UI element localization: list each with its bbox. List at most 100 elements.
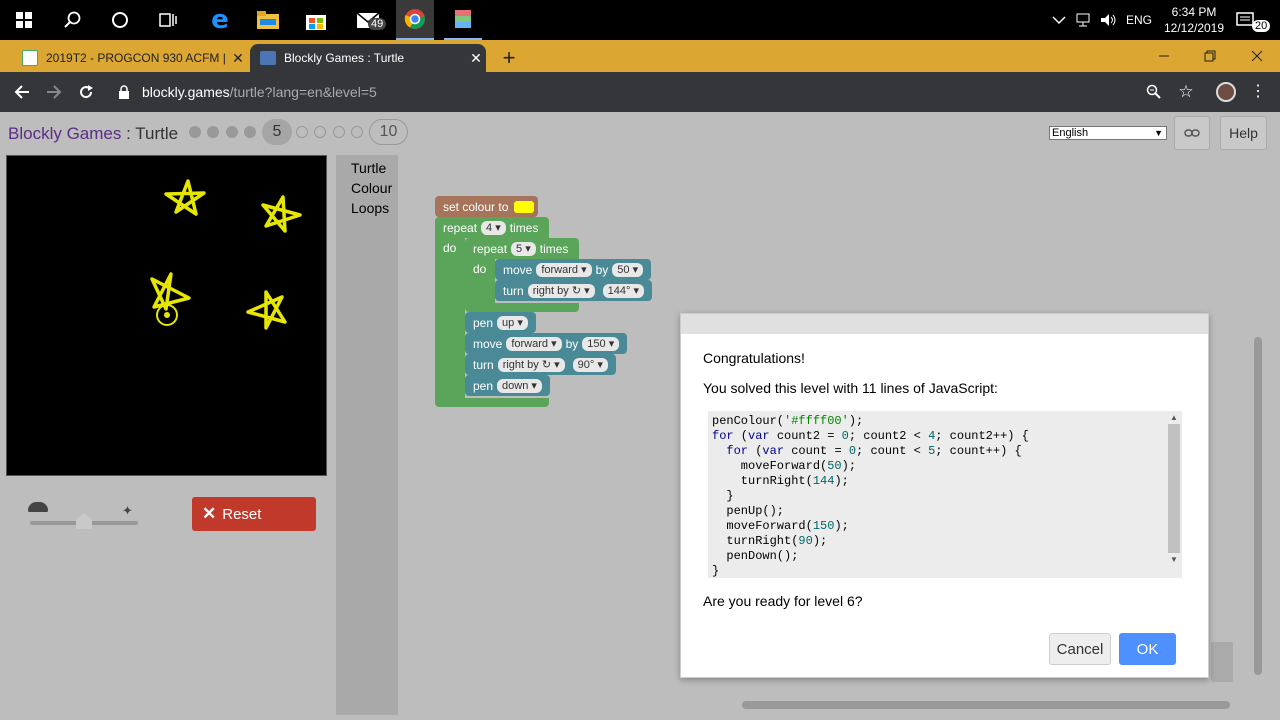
ok-button[interactable]: OK	[1119, 633, 1176, 665]
help-button[interactable]: Help	[1220, 116, 1267, 150]
pen-state-dropdown[interactable]: up ▾	[497, 315, 528, 330]
dialog-header[interactable]	[681, 314, 1208, 334]
new-tab-plus-icon[interactable]: +	[496, 44, 522, 72]
turn-angle-value: 90°	[577, 358, 595, 371]
move-forward-150-block[interactable]: move forward ▾ by 150 ▾	[465, 333, 628, 354]
move-direction-dropdown[interactable]: forward ▾	[536, 262, 592, 277]
turn-direction-dropdown[interactable]: right by ↻ ▾	[527, 283, 595, 298]
close-tab-icon[interactable]: ✕	[228, 50, 248, 67]
turn-angle-value: 144°	[607, 284, 631, 297]
back-arrow-icon[interactable]	[8, 72, 36, 112]
scroll-down-arrow-icon[interactable]: ▼	[1168, 555, 1180, 564]
blockly-toolbox: Turtle Colour Loops	[336, 155, 398, 715]
pen-label: pen	[473, 378, 494, 393]
level-dot-1[interactable]	[189, 126, 201, 138]
repeat-outer-count[interactable]: 4 ▾	[481, 220, 506, 235]
move-distance-value: 50	[617, 263, 630, 276]
mail-icon[interactable]: 49	[346, 0, 390, 40]
turn-right-90-block[interactable]: turn right by ↻ ▾ 90° ▾	[465, 354, 616, 375]
turtle-slow-icon	[28, 502, 48, 512]
bookmark-star-icon[interactable]: ☆	[1174, 72, 1198, 112]
level-dot-6[interactable]	[296, 126, 308, 138]
app-stack-icon[interactable]	[444, 0, 482, 40]
colour-swatch[interactable]	[514, 200, 535, 213]
set-colour-block[interactable]: set colour to	[435, 196, 538, 217]
tab-blockly-turtle[interactable]: Blockly Games : Turtle ✕	[250, 44, 486, 72]
tab-title: 2019T2 - PROGCON 930 ACFM |	[46, 51, 226, 65]
trash-can-icon[interactable]	[1211, 642, 1233, 682]
app-name-link[interactable]: Blockly Games	[8, 124, 121, 143]
horizontal-scrollbar[interactable]	[742, 701, 1230, 709]
forward-arrow-icon[interactable]	[40, 72, 68, 112]
move-direction-dropdown[interactable]: forward ▾	[506, 336, 562, 351]
max-level-indicator[interactable]: 10	[369, 119, 408, 145]
toolbox-category-loops[interactable]: Loops	[351, 200, 389, 216]
toolbox-category-turtle[interactable]: Turtle	[351, 160, 386, 176]
scroll-up-arrow-icon[interactable]: ▲	[1168, 413, 1180, 422]
level-dot-8[interactable]	[333, 126, 345, 138]
level-dot-9[interactable]	[351, 126, 363, 138]
code-line-1: penColour('#ffff00');	[712, 414, 864, 428]
toolbox-category-colour[interactable]: Colour	[351, 180, 392, 196]
link-button[interactable]	[1174, 116, 1210, 150]
language-indicator[interactable]: ENG	[1126, 0, 1156, 40]
turn-right-144-block[interactable]: turn right by ↻ ▾ 144° ▾	[495, 280, 652, 301]
pen-state-dropdown[interactable]: down ▾	[497, 378, 542, 393]
level-dot-3[interactable]	[226, 126, 238, 138]
turn-angle-field[interactable]: 90° ▾	[572, 357, 608, 372]
store-icon[interactable]	[298, 0, 334, 40]
task-view-icon[interactable]	[152, 0, 184, 40]
cancel-button[interactable]: Cancel	[1049, 633, 1111, 665]
restore-window-icon[interactable]	[1196, 42, 1224, 70]
repeat-inner-count[interactable]: 5 ▾	[511, 241, 536, 256]
url-path: /turtle?lang=en&level=5	[229, 84, 377, 100]
zoom-icon[interactable]	[1142, 72, 1166, 112]
vertical-scrollbar[interactable]	[1254, 337, 1262, 675]
pen-state-value: down	[502, 379, 529, 392]
chevron-up-icon[interactable]	[1052, 0, 1072, 40]
minimize-window-icon[interactable]	[1150, 42, 1178, 70]
move-distance-field[interactable]: 150 ▾	[582, 336, 620, 351]
chrome-icon[interactable]	[396, 0, 434, 40]
url-field[interactable]: blockly.games/turtle?lang=en&level=5	[142, 84, 377, 100]
repeat-label: repeat	[473, 241, 508, 256]
level-dot-7[interactable]	[314, 126, 326, 138]
code-scrollbar[interactable]: ▲ ▼	[1168, 413, 1180, 576]
edge-browser-icon[interactable]: e	[202, 0, 238, 40]
turn-angle-field[interactable]: 144° ▾	[602, 283, 644, 298]
cortana-icon[interactable]	[104, 0, 136, 40]
profile-avatar[interactable]	[1213, 72, 1239, 112]
close-window-icon[interactable]	[1243, 42, 1271, 70]
close-tab-icon[interactable]: ✕	[466, 50, 486, 67]
tab-progcon[interactable]: 2019T2 - PROGCON 930 ACFM | ✕	[12, 44, 248, 72]
level-dot-4[interactable]	[244, 126, 256, 138]
move-distance-field[interactable]: 50 ▾	[612, 262, 644, 277]
notifications-icon[interactable]: 20	[1236, 0, 1271, 40]
reset-button[interactable]: ✕ Reset	[192, 497, 316, 531]
code-string: '#ffff00'	[784, 414, 849, 428]
code-line-2: for (var count2 = 0; count2 < 4; count2+…	[712, 429, 1029, 443]
level-dot-2[interactable]	[207, 126, 219, 138]
slider-thumb[interactable]	[76, 513, 92, 529]
search-icon[interactable]	[56, 0, 88, 40]
repeat-outer-header: repeat 4 ▾ times	[435, 217, 538, 238]
move-label: move	[503, 262, 533, 277]
clock[interactable]: 6:34 PM 12/12/2019	[1164, 0, 1224, 40]
pen-up-block[interactable]: pen up ▾	[465, 312, 536, 333]
more-menu-icon[interactable]: ⋮	[1248, 72, 1268, 112]
code-scrollbar-thumb[interactable]	[1168, 424, 1180, 553]
move-forward-50-block[interactable]: move forward ▾ by 50 ▾	[495, 259, 652, 280]
browser-toolbar: blockly.games/turtle?lang=en&level=5 ☆ ⋮	[0, 72, 1280, 112]
reload-icon[interactable]	[72, 72, 100, 112]
volume-icon[interactable]	[1100, 0, 1120, 40]
windows-start-icon[interactable]	[8, 0, 40, 40]
language-select[interactable]: English ▼	[1049, 126, 1167, 140]
file-explorer-icon[interactable]	[250, 0, 286, 40]
times-label: times	[509, 220, 539, 235]
network-icon[interactable]	[1076, 0, 1096, 40]
turn-direction-dropdown[interactable]: right by ↻ ▾	[497, 357, 565, 372]
dropdown-arrow-icon: ▼	[1154, 128, 1163, 138]
pen-down-block[interactable]: pen down ▾	[465, 375, 550, 396]
by-label: by	[565, 336, 579, 351]
reset-label: Reset	[222, 505, 262, 523]
